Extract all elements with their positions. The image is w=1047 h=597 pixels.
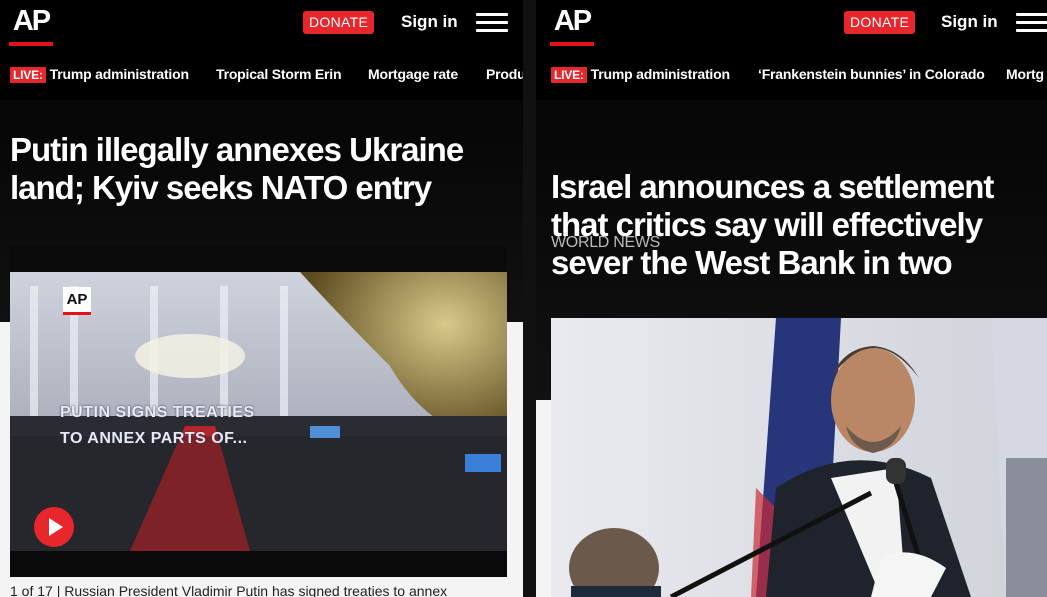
trending-item[interactable]: Produ	[486, 66, 523, 82]
divider	[523, 0, 536, 597]
article-headline: Israel announces a settlement that criti…	[551, 168, 994, 281]
photo-image	[551, 318, 1047, 597]
hamburger-menu-icon[interactable]	[1016, 13, 1047, 33]
live-badge: LIVE:	[10, 67, 46, 83]
lead-photo[interactable]	[551, 318, 1047, 597]
ap-logo[interactable]: AP	[550, 0, 594, 46]
site-header: AP DONATE Sign in	[536, 0, 1047, 50]
sign-in-link[interactable]: Sign in	[941, 12, 998, 32]
article-headline: Putin illegally annexes Ukraine land; Ky…	[10, 131, 464, 206]
video-ap-logo: AP	[63, 287, 91, 315]
sign-in-link[interactable]: Sign in	[401, 12, 458, 32]
trending-item-live[interactable]: LIVE: Trump administration	[551, 66, 730, 83]
video-overlay-text: PUTIN SIGNS TREATIES TO ANNEX PARTS OF..…	[60, 404, 255, 447]
donate-button[interactable]: DONATE	[844, 11, 916, 34]
trending-item-live[interactable]: LIVE: Trump administration	[10, 66, 189, 83]
trending-item[interactable]: Tropical Storm Erin	[216, 66, 342, 82]
right-screenshot: AP DONATE Sign in LIVE: Trump administrat…	[536, 0, 1047, 597]
hamburger-menu-icon[interactable]	[476, 13, 508, 33]
site-header: AP DONATE Sign in	[0, 0, 523, 50]
ap-logo[interactable]: AP	[9, 0, 53, 46]
trending-item[interactable]: Mortgage rate	[368, 66, 458, 82]
live-badge: LIVE:	[551, 67, 587, 83]
left-screenshot: AP DONATE Sign in LIVE: Trump administrat…	[0, 0, 523, 597]
donate-button[interactable]: DONATE	[303, 11, 375, 34]
trending-item[interactable]: Mortg	[1006, 66, 1044, 82]
play-icon[interactable]	[34, 507, 74, 547]
trending-item[interactable]: ‘Frankenstein bunnies’ in Colorado	[758, 66, 985, 82]
photo-caption: 1 of 17 | Russian President Vladimir Put…	[10, 583, 448, 597]
trending-bar: LIVE: Trump administration Tropical Storm…	[0, 58, 523, 92]
trending-bar: LIVE: Trump administration ‘Frankenstein …	[536, 58, 1047, 92]
